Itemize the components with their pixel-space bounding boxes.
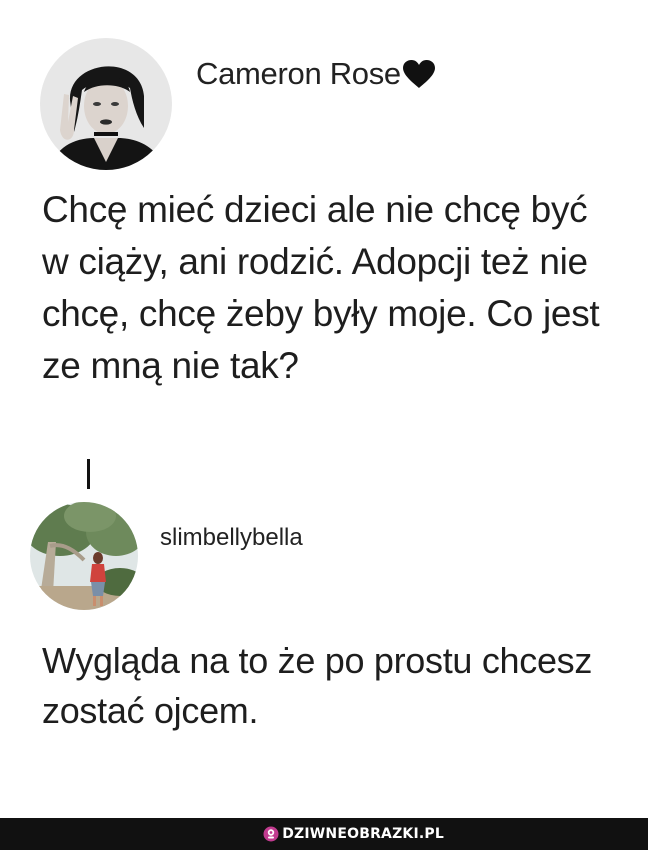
reply-author-name[interactable]: slimbellybella — [160, 524, 303, 552]
watermark-text: DZIWNEOBRAZKI.PL — [282, 826, 444, 842]
post-text: Chcę mieć dzieci ale nie chcę być w ciąż… — [42, 189, 600, 386]
thread-connector-line — [87, 459, 90, 489]
reply-text: Wygląda na to że po prostu chcesz zostać… — [42, 640, 593, 731]
watermark[interactable]: DZIWNEOBRAZKI.PL — [263, 824, 444, 844]
black-heart-icon — [402, 59, 436, 97]
footer-bar: DZIWNEOBRAZKI.PL — [0, 818, 648, 850]
reply-author-avatar[interactable] — [30, 502, 138, 610]
site-logo-icon — [263, 826, 279, 842]
author-avatar[interactable] — [40, 38, 172, 170]
author-name-text: Cameron Rose — [196, 56, 401, 91]
post-card: Cameron Rose Chcę mieć dzieci ale nie ch… — [0, 0, 648, 818]
author-name[interactable]: Cameron Rose — [196, 56, 436, 97]
